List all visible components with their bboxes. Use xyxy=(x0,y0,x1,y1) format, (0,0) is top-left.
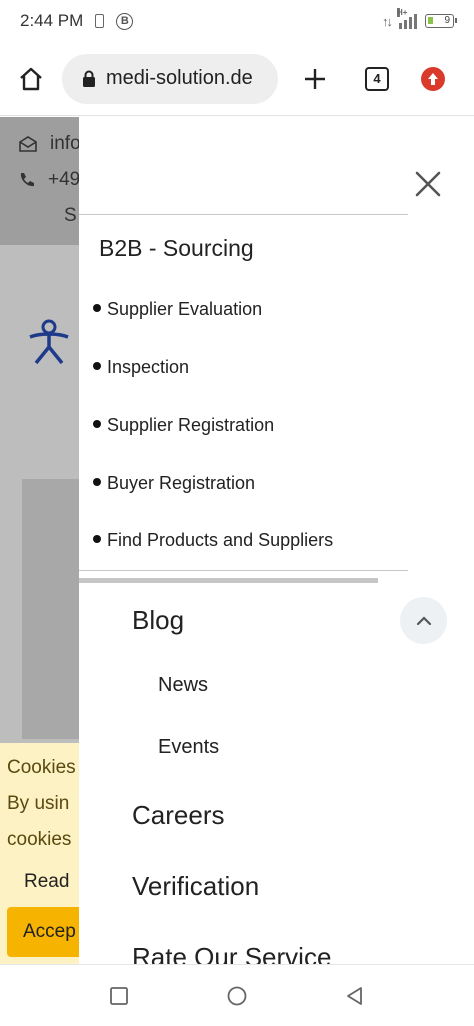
cookie-line: By usin xyxy=(7,793,70,814)
status-bar: 2:44 PM B ↑↓ H+ 9 xyxy=(0,0,474,42)
menu-item-label: Buyer Registration xyxy=(107,473,256,493)
new-tab-button[interactable] xyxy=(278,42,352,116)
update-arrow-icon xyxy=(421,66,445,91)
phone-icon xyxy=(20,173,34,187)
chevron-up-icon xyxy=(416,615,431,625)
close-icon[interactable] xyxy=(415,171,441,197)
menu-item-supplier-registration[interactable]: Supplier Registration xyxy=(93,415,274,436)
home-icon xyxy=(20,67,42,90)
browser-toolbar: medi-solution.de 4 xyxy=(0,42,474,116)
background-image xyxy=(22,479,82,739)
menu-item-label: Supplier Evaluation xyxy=(107,299,263,319)
bullet-icon xyxy=(93,420,101,429)
home-circle-icon[interactable] xyxy=(226,985,248,1007)
signal-icon: H+ xyxy=(397,8,417,29)
menu-item-events[interactable]: Events xyxy=(158,736,219,759)
cookie-read-link[interactable]: Read xyxy=(24,871,69,893)
tabs-button[interactable]: 4 xyxy=(352,66,402,91)
tabs-icon: 4 xyxy=(365,66,389,91)
bullet-icon xyxy=(93,304,101,313)
back-triangle-icon[interactable] xyxy=(344,985,366,1007)
network-type-label: H+ xyxy=(397,8,408,17)
menu-item-rate-our-service[interactable]: Rate Our Service xyxy=(132,942,331,964)
side-menu-drawer: B2B - Sourcing Supplier Evaluation Inspe… xyxy=(79,117,474,964)
menu-item-verification[interactable]: Verification xyxy=(132,871,259,902)
menu-item-supplier-evaluation[interactable]: Supplier Evaluation xyxy=(93,299,262,320)
menu-divider xyxy=(79,214,408,215)
plus-icon xyxy=(305,68,325,89)
background-email: info xyxy=(18,133,81,155)
company-logo-icon xyxy=(29,319,69,365)
menu-item-blog[interactable]: Blog xyxy=(132,605,184,636)
battery-icon: 9 xyxy=(425,14,457,28)
home-button[interactable] xyxy=(0,42,62,116)
address-bar[interactable]: medi-solution.de xyxy=(62,53,278,104)
menu-item-buyer-registration[interactable]: Buyer Registration xyxy=(93,473,255,494)
system-nav-bar xyxy=(0,964,474,1026)
data-transfer-icon: ↑↓ xyxy=(382,13,393,29)
menu-divider xyxy=(79,570,408,571)
menu-item-news[interactable]: News xyxy=(158,674,208,697)
envelope-icon xyxy=(19,136,37,152)
sim-icon xyxy=(95,14,105,28)
menu-section-b2b-sourcing[interactable]: B2B - Sourcing xyxy=(99,235,254,262)
menu-item-inspection[interactable]: Inspection xyxy=(93,357,189,378)
bullet-icon xyxy=(93,362,101,371)
background-phone: +49 xyxy=(18,169,80,191)
status-time: 2:44 PM xyxy=(20,11,84,30)
menu-item-label: Find Products and Suppliers xyxy=(107,530,334,550)
phone-screen: 2:44 PM B ↑↓ H+ 9 medi-solution.de 4 inf… xyxy=(0,0,474,1026)
status-right: ↑↓ H+ 9 xyxy=(382,8,457,29)
update-button[interactable] xyxy=(402,66,464,91)
blog-collapse-button[interactable] xyxy=(400,597,447,644)
url-text: medi-solution.de xyxy=(106,67,253,89)
background-letter: S xyxy=(64,205,77,227)
menu-scroll-indicator xyxy=(79,578,378,583)
menu-item-label: Inspection xyxy=(107,357,190,377)
menu-item-careers[interactable]: Careers xyxy=(132,800,224,831)
menu-item-label: Supplier Registration xyxy=(107,415,275,435)
recents-square-icon[interactable] xyxy=(108,985,130,1007)
cookie-line: cookies xyxy=(7,829,72,850)
bullet-icon xyxy=(93,535,101,544)
background-letter-text: S xyxy=(64,205,77,226)
background-phone-text: +49 xyxy=(48,169,81,190)
lock-icon xyxy=(82,70,96,88)
menu-item-find-products[interactable]: Find Products and Suppliers xyxy=(93,530,333,551)
background-email-text: info xyxy=(50,133,81,154)
bullet-icon xyxy=(93,478,101,487)
cookie-line: Cookies xyxy=(7,757,76,778)
b-notification-icon: B xyxy=(116,12,134,30)
